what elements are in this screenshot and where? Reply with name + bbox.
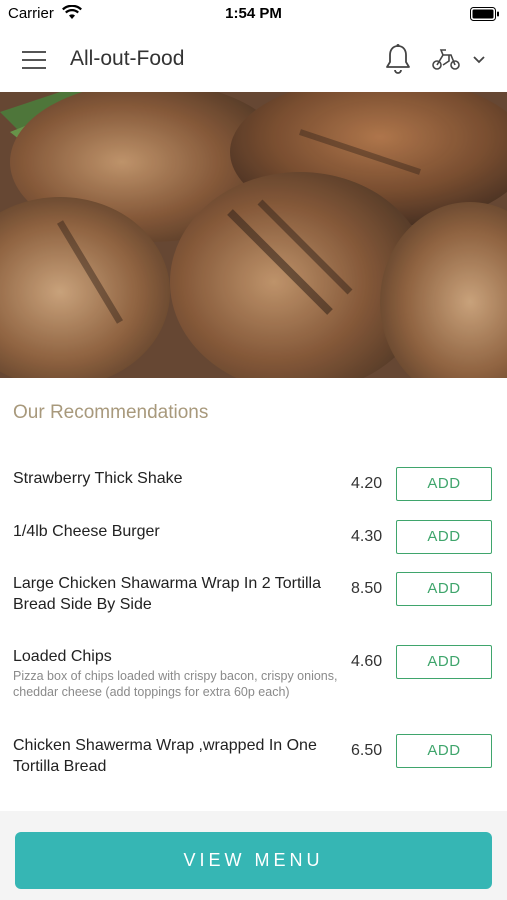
item-name: Strawberry Thick Shake bbox=[13, 470, 183, 487]
status-time: 1:54 PM bbox=[225, 5, 282, 22]
item-price: 4.30 bbox=[351, 528, 383, 545]
battery-icon bbox=[470, 7, 499, 21]
item-price: 4.60 bbox=[351, 653, 383, 670]
item-price: 6.50 bbox=[351, 742, 383, 759]
add-button[interactable]: ADD bbox=[396, 572, 492, 606]
item-price: 8.50 bbox=[351, 580, 383, 597]
view-menu-button[interactable]: VIEW MENU bbox=[15, 832, 492, 889]
add-button[interactable]: ADD bbox=[396, 734, 492, 768]
item-name: Large Chicken Shawarma Wrap In 2 Tortill… bbox=[13, 575, 321, 613]
item-name: Loaded Chips bbox=[13, 648, 112, 665]
add-button[interactable]: ADD bbox=[396, 645, 492, 679]
status-bar: Carrier 1:54 PM bbox=[0, 0, 507, 28]
item-price: 4.20 bbox=[351, 475, 383, 492]
menu-icon[interactable] bbox=[22, 49, 48, 71]
hero-food-image bbox=[0, 92, 507, 378]
app-header: All-out-Food bbox=[0, 28, 507, 92]
add-button[interactable]: ADD bbox=[396, 520, 492, 554]
item-description: Pizza box of chips loaded with crispy ba… bbox=[13, 669, 338, 699]
app-title: All-out-Food bbox=[70, 47, 185, 70]
bell-icon[interactable] bbox=[384, 43, 412, 75]
item-name: 1/4lb Cheese Burger bbox=[13, 523, 160, 540]
add-button[interactable]: ADD bbox=[396, 467, 492, 501]
chevron-down-icon[interactable] bbox=[472, 55, 486, 64]
delivery-icon[interactable] bbox=[431, 47, 461, 71]
recommendations-title: Our Recommendations bbox=[13, 402, 209, 423]
item-name: Chicken Shawerma Wrap ,wrapped In One To… bbox=[13, 737, 317, 775]
